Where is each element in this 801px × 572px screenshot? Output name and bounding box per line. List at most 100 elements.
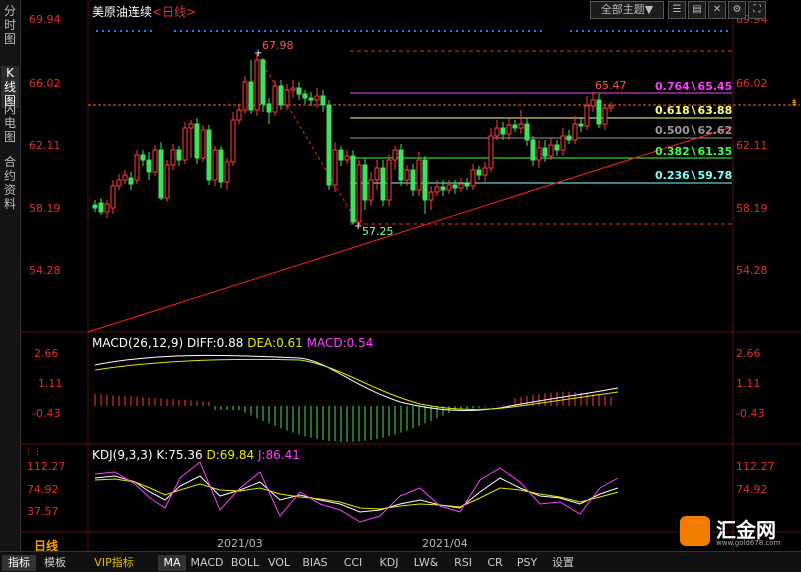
signal-dot bbox=[144, 30, 146, 32]
fib-label-text: 0.236∖59.78 bbox=[655, 169, 733, 182]
signal-dot bbox=[468, 30, 470, 32]
candle-body bbox=[440, 186, 446, 191]
candle-body bbox=[530, 139, 536, 161]
fib-top-annotation: 65.47 bbox=[595, 79, 627, 92]
settings-icon[interactable]: ⚙ bbox=[728, 1, 746, 19]
signal-dot bbox=[432, 30, 434, 32]
signal-dot bbox=[240, 30, 242, 32]
signal-dot bbox=[588, 30, 590, 32]
signal-dot bbox=[606, 30, 608, 32]
panel-menu-icon[interactable]: ⋮⋮ bbox=[24, 447, 42, 457]
candle-body bbox=[422, 159, 428, 201]
signal-dot bbox=[492, 30, 494, 32]
signal-dot bbox=[534, 30, 536, 32]
tab-lwr[interactable]: LW& bbox=[410, 555, 442, 571]
tab-cci[interactable]: CCI bbox=[338, 555, 368, 571]
close-panel-icon[interactable]: ✕ bbox=[708, 1, 726, 19]
macd-tick-right: 1.11 bbox=[736, 377, 761, 390]
macd-tick-left: -0.43 bbox=[32, 407, 61, 420]
tab-boll[interactable]: BOLL bbox=[228, 555, 262, 571]
kdj-d-value: D:69.84 bbox=[206, 448, 255, 462]
tab-macd[interactable]: MACD bbox=[188, 555, 226, 571]
candle-body bbox=[146, 159, 152, 173]
macd-tick-right: 2.66 bbox=[736, 347, 761, 360]
candle-body bbox=[218, 149, 224, 183]
list-icon[interactable]: ☰ bbox=[668, 1, 686, 19]
signal-dot bbox=[354, 30, 356, 32]
candle-body bbox=[434, 186, 440, 193]
tab-cr[interactable]: CR bbox=[482, 555, 508, 571]
signal-dot bbox=[282, 30, 284, 32]
candle-body bbox=[590, 99, 596, 107]
macd-tick-right: -0.43 bbox=[736, 407, 765, 420]
candle-body bbox=[380, 167, 386, 201]
signal-dot bbox=[414, 30, 416, 32]
signal-dot bbox=[96, 30, 98, 32]
tab-indicators[interactable]: 指标 bbox=[2, 555, 36, 571]
signal-dot bbox=[720, 30, 722, 32]
signal-dot bbox=[372, 30, 374, 32]
period-label[interactable]: <日线> bbox=[152, 5, 196, 19]
logo-url: www.gold678.com bbox=[716, 539, 781, 547]
signal-dot bbox=[456, 30, 458, 32]
candle-body bbox=[332, 149, 338, 186]
signal-dot bbox=[330, 30, 332, 32]
signal-dot bbox=[180, 30, 182, 32]
signal-dot bbox=[102, 30, 104, 32]
candle-body bbox=[314, 95, 320, 101]
signal-dot bbox=[138, 30, 140, 32]
signal-dot bbox=[150, 30, 152, 32]
kdj-name[interactable]: KDJ(9,3,3) bbox=[92, 448, 153, 462]
signal-dot bbox=[690, 30, 692, 32]
candle-body bbox=[230, 119, 236, 163]
price-tick-left: 69.94 bbox=[29, 13, 61, 26]
tab-bias[interactable]: BIAS bbox=[298, 555, 332, 571]
signal-dot bbox=[576, 30, 578, 32]
price-tick-left: 66.02 bbox=[29, 77, 61, 90]
candle-body bbox=[404, 169, 410, 181]
signal-dot bbox=[426, 30, 428, 32]
signal-dot bbox=[462, 30, 464, 32]
theme-select[interactable]: 全部主题▼ bbox=[590, 1, 664, 19]
signal-dot bbox=[516, 30, 518, 32]
instrument-name: 美原油连续 bbox=[92, 5, 153, 19]
signal-dot bbox=[420, 30, 422, 32]
tab-settings[interactable]: 设置 bbox=[546, 555, 580, 571]
fullscreen-icon[interactable]: ⛶ bbox=[748, 1, 766, 19]
tab-vol[interactable]: VOL bbox=[264, 555, 294, 571]
candle-body bbox=[512, 124, 518, 129]
signal-dot bbox=[384, 30, 386, 32]
tab-rsi[interactable]: RSI bbox=[448, 555, 478, 571]
candle-body bbox=[482, 167, 488, 176]
candle-body bbox=[260, 59, 266, 105]
candle-body bbox=[134, 154, 140, 181]
signal-dot bbox=[126, 30, 128, 32]
price-tick-right: 54.28 bbox=[736, 264, 768, 277]
fib-label-text: 0.382∖61.35 bbox=[655, 145, 733, 158]
candle-body bbox=[170, 149, 176, 166]
sidebar-item-flash[interactable]: 闪电图 bbox=[1, 102, 19, 144]
candle-body bbox=[560, 135, 566, 151]
tab-vip-indicators[interactable]: VIP指标 bbox=[74, 555, 154, 571]
signal-dot bbox=[612, 30, 614, 32]
tab-ma[interactable]: MA bbox=[158, 555, 186, 571]
candle-body bbox=[410, 169, 416, 191]
sidebar-item-contract[interactable]: 合约资料 bbox=[1, 155, 19, 211]
kdj-d-line bbox=[94, 478, 619, 510]
candle-body bbox=[596, 99, 602, 125]
signal-dot bbox=[702, 30, 704, 32]
layout-icon[interactable]: ▤ bbox=[688, 1, 706, 19]
sidebar-item-timeshare[interactable]: 分时图 bbox=[1, 4, 19, 46]
candle-body bbox=[494, 127, 500, 137]
tab-psy[interactable]: PSY bbox=[512, 555, 542, 571]
price-arrow-icon: ⇟ bbox=[790, 98, 798, 109]
signal-dot bbox=[570, 30, 572, 32]
signal-dot bbox=[648, 30, 650, 32]
macd-diff-value: DIFF:0.88 bbox=[186, 336, 244, 350]
sidebar-item-label: 合约资料 bbox=[3, 155, 16, 211]
macd-name[interactable]: MACD(26,12,9) bbox=[92, 336, 183, 350]
candle-body bbox=[200, 129, 206, 159]
macd-value: MACD:0.54 bbox=[306, 336, 374, 350]
tab-templates[interactable]: 模板 bbox=[38, 555, 72, 571]
tab-kdj[interactable]: KDJ bbox=[374, 555, 404, 571]
